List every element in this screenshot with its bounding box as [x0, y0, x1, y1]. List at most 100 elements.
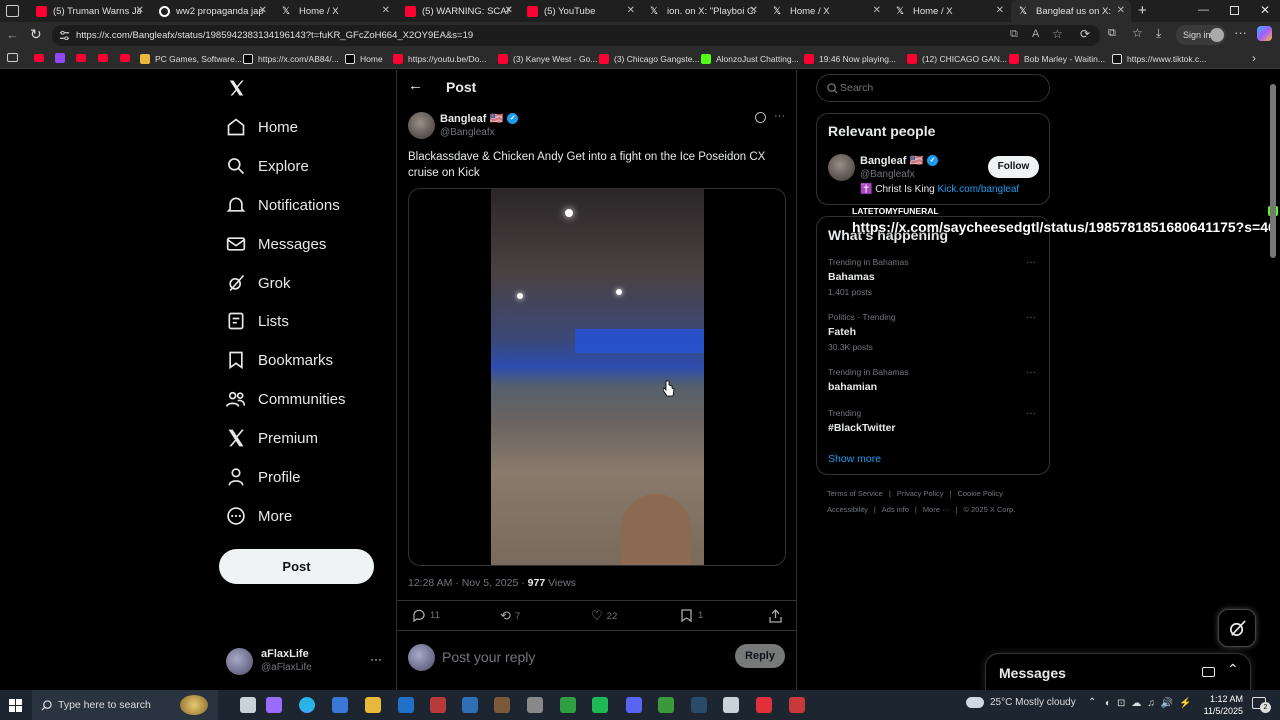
bookmark-item[interactable]: Home — [345, 52, 383, 66]
person-name[interactable]: Bangleaf 🇺🇸 ✓ — [860, 154, 939, 167]
account-switcher[interactable]: aFlaxLife @aFlaxLife ··· — [226, 646, 386, 678]
maximize-button[interactable] — [1230, 6, 1239, 15]
author-name[interactable]: Bangleaf 🇺🇸 ✓ — [440, 112, 519, 125]
footer-link[interactable]: Accessibility — [827, 505, 868, 514]
close-tab-icon[interactable]: ✕ — [1117, 5, 1125, 16]
browser-tab[interactable]: 𝕏 Home / X ✕ — [888, 0, 1010, 22]
reply-input[interactable]: Post your reply — [442, 649, 535, 665]
post-button[interactable]: Post — [219, 549, 374, 584]
trend-item[interactable]: Trending in Bahamas Bahamas 1,401 posts ··· — [828, 257, 1040, 297]
follow-button[interactable]: Follow — [988, 156, 1039, 178]
person-avatar[interactable] — [828, 154, 855, 181]
reply-button[interactable]: Reply — [735, 644, 785, 668]
youtube-bookmark-icon[interactable] — [120, 54, 130, 62]
nav-item-lists[interactable]: Lists — [226, 308, 289, 334]
extensions-icon[interactable]: ⟳ — [1080, 27, 1090, 41]
post-video[interactable] — [408, 188, 786, 566]
twitch-bookmark-icon[interactable] — [55, 53, 65, 63]
favorites-icon[interactable]: ☆ — [1132, 26, 1143, 40]
x-logo-icon[interactable] — [227, 79, 246, 97]
sign-in-button[interactable]: Sign in — [1176, 25, 1226, 45]
nav-item-messages[interactable]: Messages — [226, 231, 326, 257]
back-button[interactable]: ← — [6, 27, 19, 42]
youtube-bookmark-icon[interactable] — [98, 54, 108, 62]
nav-item-explore[interactable]: Explore — [226, 153, 309, 179]
app-icon[interactable] — [494, 697, 510, 713]
window-menu-icon[interactable] — [6, 5, 19, 17]
browser-tab[interactable]: 𝕏 Bangleaf us on X: ✕ — [1011, 0, 1131, 22]
nav-item-notifications[interactable]: Notifications — [226, 192, 340, 218]
browser-tab[interactable]: (5) WARNING: SCARIES✕ — [397, 0, 519, 22]
trend-more-icon[interactable]: ··· — [1026, 367, 1036, 378]
browser-tab[interactable]: 𝕏 Home / X ✕ — [765, 0, 887, 22]
site-info-icon[interactable] — [59, 30, 70, 41]
repost-action[interactable]: ⟲ 7 — [500, 608, 520, 624]
bookmark-item[interactable]: (3) Kanye West - Go... — [498, 52, 597, 66]
footer-link[interactable]: Cookie Policy — [957, 489, 1002, 498]
bookmark-item[interactable]: (3) Chicago Gangste... — [599, 52, 700, 66]
close-tab-icon[interactable]: ✕ — [627, 5, 635, 16]
new-tab-button[interactable]: + — [1138, 2, 1147, 19]
author-handle[interactable]: @Bangleafx — [440, 127, 495, 138]
bookmark-item[interactable]: AlonzoJust Chatting... — [701, 52, 799, 66]
person-bio-link[interactable]: Kick.com/bangleaf — [937, 184, 1019, 195]
show-more-link[interactable]: Show more — [828, 453, 881, 465]
share-icon[interactable] — [769, 609, 782, 623]
edge-icon[interactable] — [299, 697, 315, 713]
trend-item[interactable]: Trending #BlackTwitter ··· — [828, 408, 1040, 448]
new-message-icon[interactable] — [1202, 667, 1215, 677]
reload-button[interactable]: ↻ — [30, 26, 42, 43]
split-screen-icon[interactable]: ⧉ — [1108, 27, 1116, 40]
bookmark-item[interactable]: https://youtu.be/Do... — [393, 52, 486, 66]
browser-tab[interactable]: (5) YouTube ✕ — [519, 0, 641, 22]
close-tab-icon[interactable]: ✕ — [259, 5, 267, 16]
nav-item-communities[interactable]: Communities — [226, 386, 346, 412]
tray-icons[interactable]: ◐⊡☁♫🔊⚡ — [1105, 698, 1198, 709]
steam-icon[interactable] — [691, 697, 707, 713]
back-arrow-icon[interactable]: ← — [408, 77, 423, 94]
footer-link[interactable]: Terms of Service — [827, 489, 883, 498]
clock[interactable]: 1:12 AM 11/5/2025 — [1203, 693, 1243, 717]
more-bookmarks-icon[interactable]: › — [1252, 51, 1256, 65]
weather-widget[interactable]: 25°C Mostly cloudy — [966, 697, 1076, 708]
tray-expand-icon[interactable]: ⌃ — [1088, 697, 1096, 708]
minecraft-icon[interactable] — [658, 697, 674, 713]
trend-item[interactable]: Politics · Trending Fateh 30.3K posts ··· — [828, 312, 1040, 352]
nav-item-more[interactable]: More — [226, 503, 292, 529]
author-avatar[interactable] — [408, 112, 435, 139]
notification-center[interactable]: 2 — [1252, 697, 1271, 713]
close-tab-icon[interactable]: ✕ — [136, 5, 144, 16]
bookmark-item[interactable]: PC Games, Software... — [140, 52, 242, 66]
task-view-icon[interactable] — [240, 697, 256, 713]
downloads-icon[interactable]: ⤓ — [1156, 26, 1161, 41]
footer-link[interactable]: Ads info — [882, 505, 909, 514]
trend-more-icon[interactable]: ··· — [1026, 257, 1036, 268]
copilot-icon[interactable] — [266, 697, 282, 713]
xbox-icon[interactable] — [560, 697, 576, 713]
app-icon[interactable] — [430, 697, 446, 713]
footer-link[interactable]: More ··· — [923, 505, 950, 514]
file-explorer-icon[interactable] — [365, 697, 381, 713]
install-app-icon[interactable]: ⧉ — [1010, 28, 1018, 41]
favorite-star-icon[interactable]: ☆ — [1052, 27, 1063, 41]
grok-float-button[interactable] — [1218, 609, 1256, 647]
store-icon[interactable] — [332, 697, 348, 713]
footer-link[interactable]: © 2025 X Corp. — [963, 505, 1015, 514]
nav-item-bookmarks[interactable]: Bookmarks — [226, 347, 333, 373]
person-handle[interactable]: @Bangleafx — [860, 169, 915, 180]
post-more-icon[interactable]: ··· — [774, 110, 785, 122]
nav-item-profile[interactable]: Profile — [226, 464, 301, 490]
browser-tab[interactable]: 𝕏 Home / X ✕ — [274, 0, 396, 22]
close-tab-icon[interactable]: ✕ — [996, 5, 1004, 16]
close-tab-icon[interactable]: ✕ — [382, 5, 390, 16]
trend-item[interactable]: Trending in Bahamas bahamian ··· — [828, 367, 1040, 407]
browser-tab[interactable]: 𝕏ion. on X: "Playboi Cart✕ — [642, 0, 764, 22]
messages-drawer[interactable]: Messages ⌃ — [985, 653, 1251, 690]
reading-list-icon[interactable] — [7, 53, 18, 62]
close-tab-icon[interactable]: ✕ — [873, 5, 881, 16]
account-more-icon[interactable]: ··· — [370, 652, 382, 666]
app-icon[interactable] — [789, 697, 805, 713]
taskbar-search[interactable]: Type here to search — [32, 690, 218, 720]
page-scrollbar[interactable] — [1270, 84, 1276, 258]
minimize-button[interactable]: — — [1198, 4, 1209, 16]
